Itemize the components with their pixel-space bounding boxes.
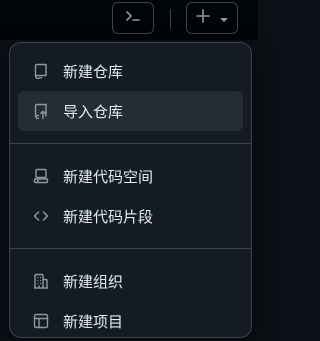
create-new-button[interactable] [186,2,238,34]
menu-item-new-repository[interactable]: 新建仓库 [18,51,243,91]
menu-item-new-project[interactable]: 新建项目 [18,301,243,341]
terminal-icon [124,8,142,28]
repo-icon [32,62,50,80]
menu-divider [10,248,251,249]
triangle-down-icon [219,9,229,28]
organization-icon [32,272,50,290]
menu-item-label: 新建项目 [63,312,124,331]
menu-item-label: 新建组织 [63,272,124,291]
menu-item-label: 新建代码片段 [63,207,154,226]
toolbar-divider [170,9,171,29]
menu-item-new-gist[interactable]: 新建代码片段 [18,196,243,236]
top-bar [0,0,258,40]
code-icon [32,207,50,225]
menu-item-import-repository[interactable]: 导入仓库 [18,91,243,131]
command-palette-button[interactable] [112,2,154,34]
menu-item-new-codespace[interactable]: 新建代码空间 [18,156,243,196]
menu-item-label: 新建仓库 [63,62,124,81]
menu-item-label: 导入仓库 [63,102,124,121]
create-new-menu: 新建仓库 导入仓库 新建代码空间 新建代码片段 新建组织 新建项目 [9,42,252,338]
plus-icon [195,8,211,28]
menu-item-new-organization[interactable]: 新建组织 [18,261,243,301]
codespaces-icon [32,167,50,185]
table-icon [32,312,50,330]
menu-item-label: 新建代码空间 [63,167,154,186]
repo-push-icon [32,102,50,120]
menu-divider [10,143,251,144]
